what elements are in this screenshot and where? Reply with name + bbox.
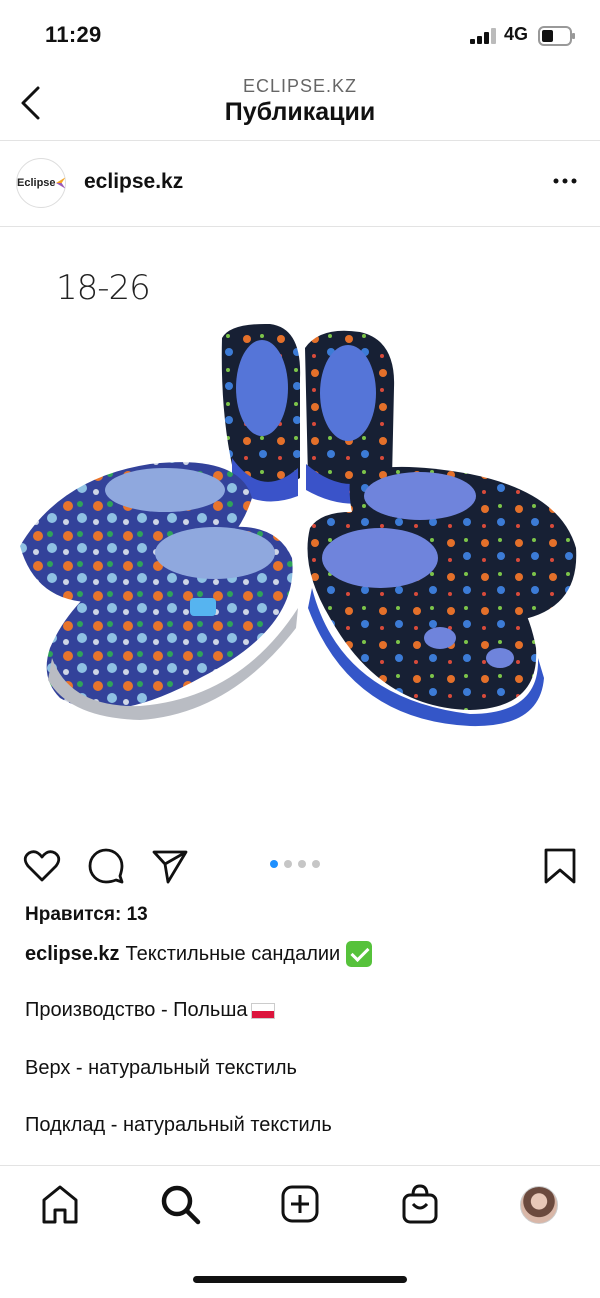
carousel-indicator xyxy=(270,860,320,868)
caption: eclipse.kz Текстильные сандалии xyxy=(25,941,373,967)
caption-line-2: Верх - натуральный текстиль xyxy=(25,1057,297,1080)
carousel-dot xyxy=(298,860,306,868)
image-overlay-text: 18-26 xyxy=(56,268,151,308)
logo-mark-icon xyxy=(55,177,65,189)
header-divider xyxy=(0,140,600,141)
profile-avatar[interactable] xyxy=(520,1186,558,1224)
caption-line-3: Подклад - натуральный текстиль xyxy=(25,1114,332,1137)
caption-text: Текстильные сандалии xyxy=(125,942,341,965)
caption-line-1: Производство - Польша xyxy=(25,999,275,1022)
post-image[interactable] xyxy=(0,228,600,834)
plus-square-icon[interactable] xyxy=(278,1182,322,1226)
battery-icon xyxy=(538,26,575,46)
caption-line-text: Подклад - натуральный текстиль xyxy=(25,1114,332,1136)
avatar-logo-text: Eclipse xyxy=(17,177,56,189)
search-icon[interactable] xyxy=(158,1182,202,1226)
poland-flag-icon xyxy=(250,1002,275,1019)
heart-icon[interactable] xyxy=(22,846,62,886)
comment-icon[interactable] xyxy=(86,846,126,886)
home-indicator xyxy=(193,1276,407,1283)
status-time: 11:29 xyxy=(45,22,102,47)
account-subtitle: ECLIPSE.KZ xyxy=(242,76,358,96)
caption-line-text: Верх - натуральный текстиль xyxy=(25,1057,297,1079)
more-horizontal-icon[interactable] xyxy=(552,176,578,186)
signal-icon xyxy=(470,28,496,44)
page-title: Публикации xyxy=(224,98,376,126)
bookmark-icon[interactable] xyxy=(540,846,580,886)
carousel-dot-active xyxy=(270,860,278,868)
post-username[interactable]: eclipse.kz xyxy=(84,170,183,194)
sandals-photo xyxy=(20,323,577,727)
home-icon[interactable] xyxy=(38,1182,82,1226)
carousel-dot xyxy=(284,860,292,868)
tabbar-divider xyxy=(0,1165,600,1166)
avatar[interactable]: Eclipse xyxy=(16,158,66,208)
network-label: 4G xyxy=(504,24,529,44)
shopping-bag-icon[interactable] xyxy=(398,1182,442,1226)
send-icon[interactable] xyxy=(150,846,190,886)
check-mark-icon xyxy=(346,941,373,967)
caption-username[interactable]: eclipse.kz xyxy=(25,943,120,966)
caption-line-text: Производство - Польша xyxy=(25,999,248,1021)
likes-count[interactable]: Нравится: 13 xyxy=(25,904,148,926)
post-header-divider xyxy=(0,226,600,227)
carousel-dot xyxy=(312,860,320,868)
